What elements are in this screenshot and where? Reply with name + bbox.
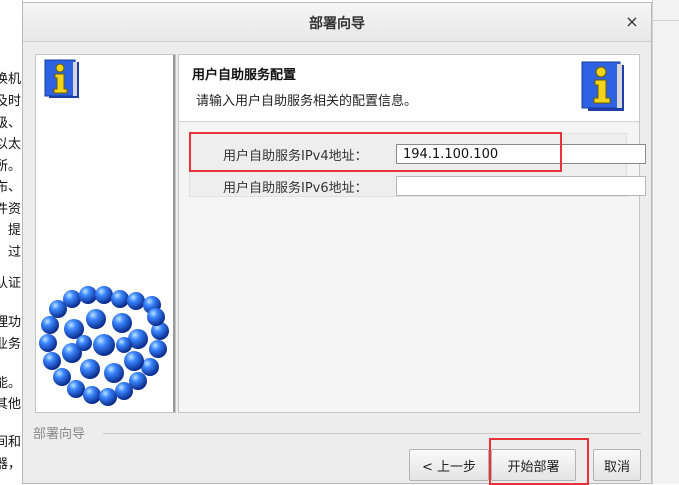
start-deploy-button[interactable]: 开始部署 [491, 449, 576, 481]
background-document: 换机 及时 级、 以太 所。 布、 件资 提 过 认证 理功 业务 能。 其他 … [0, 0, 23, 484]
background-window-edge [652, 0, 679, 484]
previous-button[interactable]: < 上一步 [409, 449, 489, 481]
ipv6-address-label: 用户自助服务IPv6地址： [223, 181, 368, 196]
deployment-wizard-dialog: 部署向导 × 用户自助服务配置 请输入用户自助服务相关的配置信息。 用户自助服务… [22, 2, 652, 485]
bg-doc-line: 认证 [0, 276, 21, 291]
ipv6-address-input[interactable] [396, 176, 646, 196]
bg-doc-line: 布、 [0, 180, 21, 195]
bg-doc-line: 业务 [0, 337, 21, 352]
bg-doc-line: 级、 [0, 116, 21, 131]
page-header: 用户自助服务配置 请输入用户自助服务相关的配置信息。 [179, 55, 639, 122]
panel-divider [173, 55, 175, 412]
page-description: 请输入用户自助服务相关的配置信息。 [196, 94, 418, 109]
address-form: 用户自助服务IPv4地址： 用户自助服务IPv6地址： [189, 133, 646, 197]
bg-doc-line: 及时 [0, 94, 21, 109]
wizard-side-panel [35, 54, 176, 413]
bg-doc-line: 以太 [0, 137, 21, 152]
bg-doc-line: 提 [7, 223, 21, 238]
bg-doc-line: 换机 [0, 72, 21, 87]
bg-doc-line: 过 [7, 245, 21, 260]
info-book-icon [581, 61, 624, 111]
group-divider [103, 433, 641, 434]
molecule-graphic [39, 286, 169, 406]
dialog-title: 部署向导 [309, 16, 365, 32]
bg-doc-line: 理功 [0, 315, 21, 330]
cancel-button[interactable]: 取消 [593, 449, 641, 481]
wizard-group-label: 部署向导 [33, 423, 90, 442]
bg-doc-line: 能。 [0, 376, 21, 391]
bg-doc-line: 间和 [0, 435, 21, 450]
bg-doc-line: 件资 [0, 202, 21, 217]
ipv4-address-label: 用户自助服务IPv4地址： [223, 149, 368, 164]
bg-doc-line: 所。 [0, 159, 21, 174]
bg-doc-line: 其他 [0, 397, 21, 412]
ipv4-address-input[interactable] [396, 144, 646, 164]
bg-doc-line: 器， [0, 457, 21, 472]
info-book-icon [44, 59, 79, 98]
title-bar[interactable]: 部署向导 × [23, 3, 651, 42]
page-title: 用户自助服务配置 [192, 68, 297, 83]
wizard-content-panel: 用户自助服务配置 请输入用户自助服务相关的配置信息。 用户自助服务IPv4地址：… [178, 54, 646, 413]
close-button[interactable]: × [623, 13, 641, 31]
